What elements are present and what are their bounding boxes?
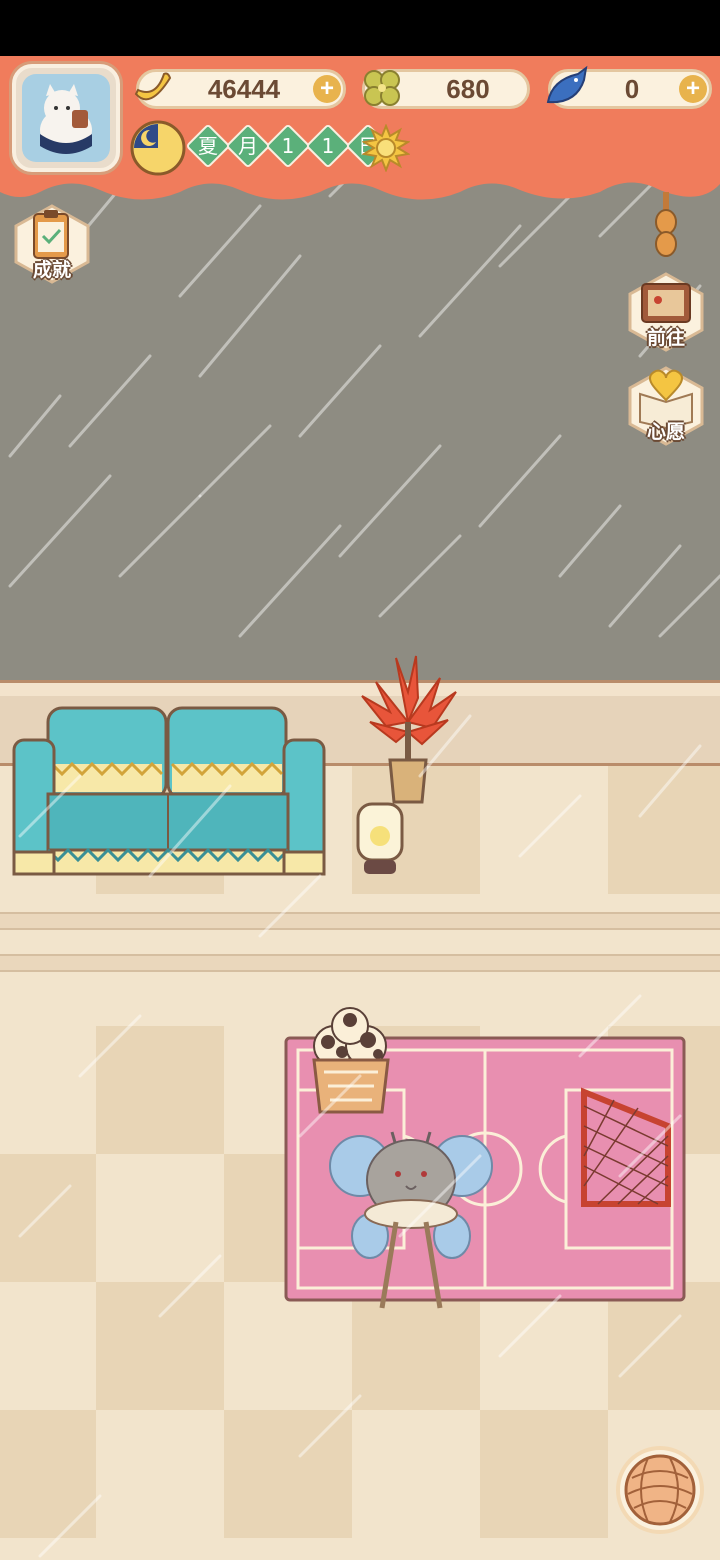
- calendar-date: 夏 月 1 1 日: [185, 123, 391, 170]
- add-fish-button[interactable]: +: [679, 75, 707, 103]
- player-avatar[interactable]: [12, 64, 120, 172]
- sun-weather-icon[interactable]: [362, 124, 410, 172]
- date-chip: 1: [305, 123, 351, 169]
- floor-tile: [224, 1410, 352, 1538]
- date-day-digit: 1: [281, 134, 295, 158]
- floor-step: [0, 912, 720, 930]
- date-chip: 1: [265, 123, 311, 169]
- floor-tile: [608, 766, 720, 894]
- date-chip: 夏: [185, 123, 231, 169]
- achievement-button[interactable]: 成就: [10, 202, 94, 286]
- soccer-goal[interactable]: [578, 1086, 672, 1210]
- date-day-digit: 1: [321, 134, 335, 158]
- floor-tile: [96, 1282, 224, 1410]
- floor-lamp[interactable]: [352, 800, 408, 880]
- wish-button[interactable]: 心愿: [624, 364, 708, 448]
- floor-step: [0, 954, 720, 972]
- floor-tile: [96, 1026, 224, 1154]
- teal-sofa[interactable]: [8, 700, 328, 880]
- ball-basket[interactable]: [308, 1006, 394, 1116]
- banana-count: 46444: [207, 74, 281, 104]
- floor-tile: [0, 1154, 96, 1282]
- butterfly-bug-character[interactable]: [326, 1126, 496, 1316]
- clover-count: 680: [446, 74, 490, 104]
- fish-count: 0: [624, 74, 640, 104]
- status-bar: [0, 0, 720, 56]
- add-banana-button[interactable]: +: [313, 75, 341, 103]
- red-potted-plant[interactable]: [356, 652, 460, 812]
- hanging-rope: [655, 192, 677, 257]
- game-scene[interactable]: [0, 56, 720, 1560]
- avatar-portrait: [22, 74, 110, 162]
- yarn-ball-button[interactable]: [614, 1444, 706, 1536]
- moon-time-icon[interactable]: [130, 120, 186, 176]
- wish-label: 心愿: [646, 421, 685, 443]
- achievement-label: 成就: [32, 259, 71, 281]
- top-hud: 46444 + 680 0 + 夏 月 1 1 日: [0, 56, 720, 206]
- floor-tile: [480, 1410, 608, 1538]
- floor-tile: [0, 1410, 96, 1538]
- hud-scallop-edge: [0, 166, 720, 200]
- date-month-label: 月: [238, 134, 258, 158]
- clover-icon: [364, 70, 400, 106]
- date-chip: 月: [225, 123, 271, 169]
- goto-label: 前往: [646, 327, 685, 349]
- banana-icon: [134, 72, 172, 101]
- date-season: 夏: [198, 134, 218, 158]
- goto-button[interactable]: 前往: [624, 270, 708, 354]
- fish-icon: [546, 65, 588, 104]
